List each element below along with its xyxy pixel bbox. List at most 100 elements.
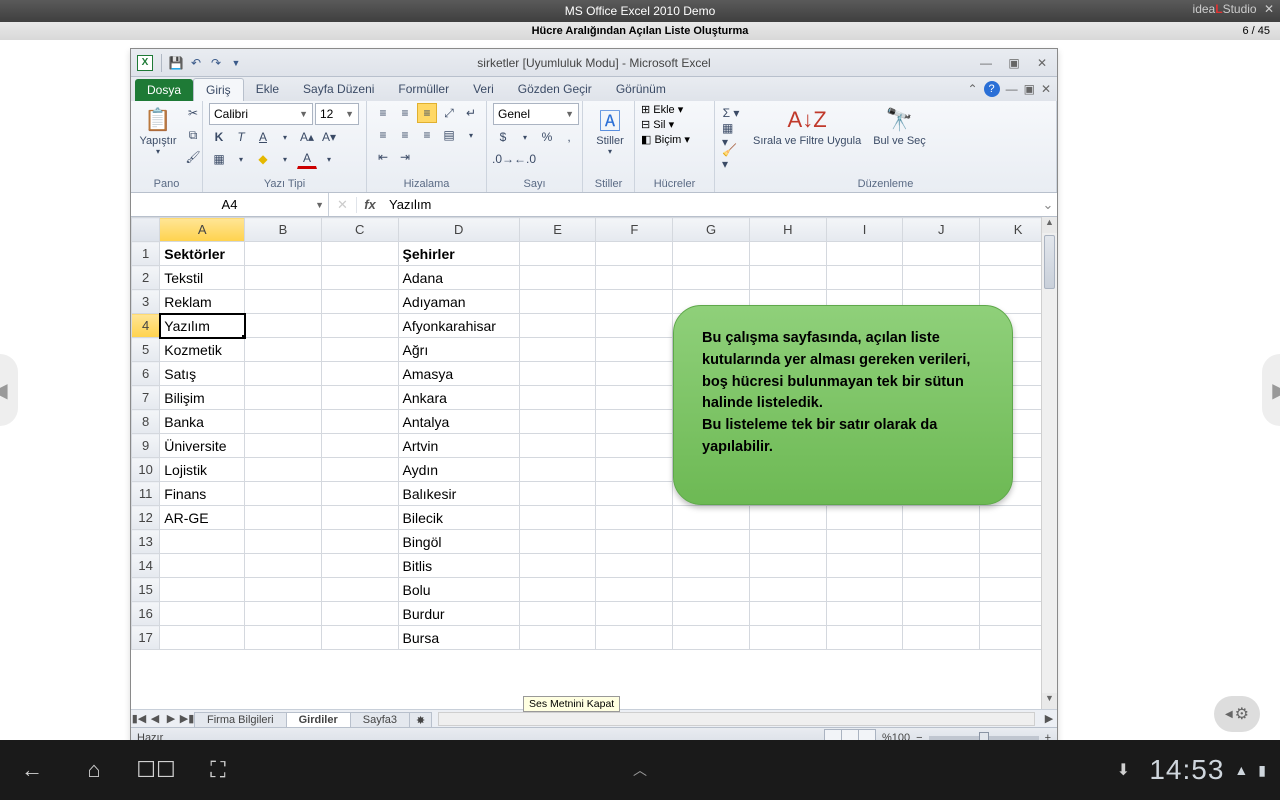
decrease-decimal-button[interactable]: ←.0 (515, 149, 535, 169)
cell[interactable] (826, 266, 903, 290)
underline-button[interactable]: A (253, 127, 273, 147)
cell[interactable] (749, 530, 826, 554)
cell[interactable] (245, 314, 322, 338)
cell[interactable]: Tekstil (160, 266, 245, 290)
cell[interactable] (673, 626, 750, 650)
cell[interactable] (245, 626, 322, 650)
row-header[interactable]: 8 (132, 410, 160, 434)
sheet-tab[interactable]: Sayfa3 (350, 712, 410, 727)
cell[interactable] (596, 506, 673, 530)
font-size-select[interactable]: 12▼ (315, 103, 359, 125)
cell[interactable] (519, 290, 596, 314)
row-header[interactable]: 11 (132, 482, 160, 506)
cell[interactable] (749, 242, 826, 266)
comma-style-button[interactable]: , (559, 127, 579, 147)
cell[interactable] (903, 554, 980, 578)
cell[interactable] (903, 626, 980, 650)
sheet-nav-prev[interactable]: ◀ (147, 712, 163, 725)
settings-button[interactable]: ⚙ (1214, 696, 1260, 732)
cell[interactable] (749, 602, 826, 626)
increase-indent-button[interactable]: ⇥ (395, 147, 415, 167)
tab-file[interactable]: Dosya (135, 79, 193, 101)
excel-icon[interactable]: X (137, 55, 153, 71)
cell[interactable] (321, 626, 398, 650)
autosum-button[interactable]: Σ ▾ (721, 103, 741, 123)
cell[interactable] (160, 602, 245, 626)
cell[interactable]: Finans (160, 482, 245, 506)
row-header[interactable]: 14 (132, 554, 160, 578)
cell[interactable] (519, 434, 596, 458)
cell[interactable] (245, 386, 322, 410)
font-color-button[interactable]: A (297, 149, 317, 169)
row-header[interactable]: 13 (132, 530, 160, 554)
align-top-button[interactable]: ≡ (373, 103, 393, 123)
delete-cells-button[interactable]: ⊟ Sil ▾ (641, 118, 674, 131)
cell[interactable] (826, 602, 903, 626)
undo-button[interactable]: ↶ (186, 53, 206, 73)
next-slide-button[interactable]: ▶ (1262, 354, 1280, 426)
row-header[interactable]: 3 (132, 290, 160, 314)
cell[interactable] (903, 578, 980, 602)
cell[interactable]: Bilecik (398, 506, 519, 530)
row-header[interactable]: 5 (132, 338, 160, 362)
cell[interactable] (903, 506, 980, 530)
format-cells-button[interactable]: ◧ Biçim ▾ (641, 133, 690, 146)
sheet-tab[interactable]: Firma Bilgileri (194, 712, 287, 727)
cell[interactable]: Bingöl (398, 530, 519, 554)
bold-button[interactable]: K (209, 127, 229, 147)
wrap-text-button[interactable]: ↵ (461, 103, 481, 123)
cell[interactable] (826, 554, 903, 578)
cell[interactable] (596, 290, 673, 314)
cell[interactable] (321, 338, 398, 362)
cell[interactable] (321, 362, 398, 386)
cell[interactable] (673, 506, 750, 530)
prev-slide-button[interactable]: ◀ (0, 354, 18, 426)
cancel-formula-button[interactable]: ✕ (329, 197, 357, 213)
cell[interactable] (673, 242, 750, 266)
cell[interactable] (245, 410, 322, 434)
cell[interactable] (321, 314, 398, 338)
clear-button[interactable]: 🧹▾ (721, 147, 741, 167)
qat-dropdown[interactable]: ▼ (226, 53, 246, 73)
column-header[interactable]: I (826, 218, 903, 242)
cell[interactable] (321, 266, 398, 290)
row-header[interactable]: 12 (132, 506, 160, 530)
cell[interactable] (245, 362, 322, 386)
select-all-button[interactable] (132, 218, 160, 242)
cell[interactable]: Reklam (160, 290, 245, 314)
cell[interactable] (519, 338, 596, 362)
recent-apps-icon[interactable]: ☐☐ (140, 754, 172, 786)
column-header[interactable]: A (160, 218, 245, 242)
vertical-scrollbar[interactable]: ▲ ▼ (1041, 217, 1057, 709)
cell[interactable] (596, 386, 673, 410)
download-icon[interactable]: ⬇ (1107, 754, 1139, 786)
cell[interactable] (245, 458, 322, 482)
cell[interactable]: Ankara (398, 386, 519, 410)
scroll-down-button[interactable]: ▼ (1042, 693, 1057, 709)
cell[interactable] (519, 482, 596, 506)
tab-gözden geçir[interactable]: Gözden Geçir (506, 78, 604, 101)
worksheet-grid[interactable]: ABCDEFGHIJK1SektörlerŞehirler2TekstilAda… (131, 217, 1057, 709)
cell[interactable] (519, 410, 596, 434)
expand-formula-button[interactable]: ⌄ (1039, 197, 1057, 213)
tab-sayfa düzeni[interactable]: Sayfa Düzeni (291, 78, 386, 101)
cell[interactable]: Lojistik (160, 458, 245, 482)
sheet-nav-first[interactable]: ▮◀ (131, 712, 147, 725)
cell[interactable]: Antalya (398, 410, 519, 434)
cell[interactable]: Amasya (398, 362, 519, 386)
percent-button[interactable]: % (537, 127, 557, 147)
cell[interactable]: Adıyaman (398, 290, 519, 314)
align-center-button[interactable]: ≡ (395, 125, 415, 145)
cell[interactable] (160, 554, 245, 578)
cell[interactable]: Aydın (398, 458, 519, 482)
cell[interactable] (245, 602, 322, 626)
align-bottom-button[interactable]: ≡ (417, 103, 437, 123)
cell[interactable]: AR-GE (160, 506, 245, 530)
cell[interactable] (596, 410, 673, 434)
cell[interactable] (321, 506, 398, 530)
cell[interactable] (160, 626, 245, 650)
cell[interactable] (245, 554, 322, 578)
cell[interactable] (596, 242, 673, 266)
row-header[interactable]: 1 (132, 242, 160, 266)
cell[interactable] (749, 578, 826, 602)
